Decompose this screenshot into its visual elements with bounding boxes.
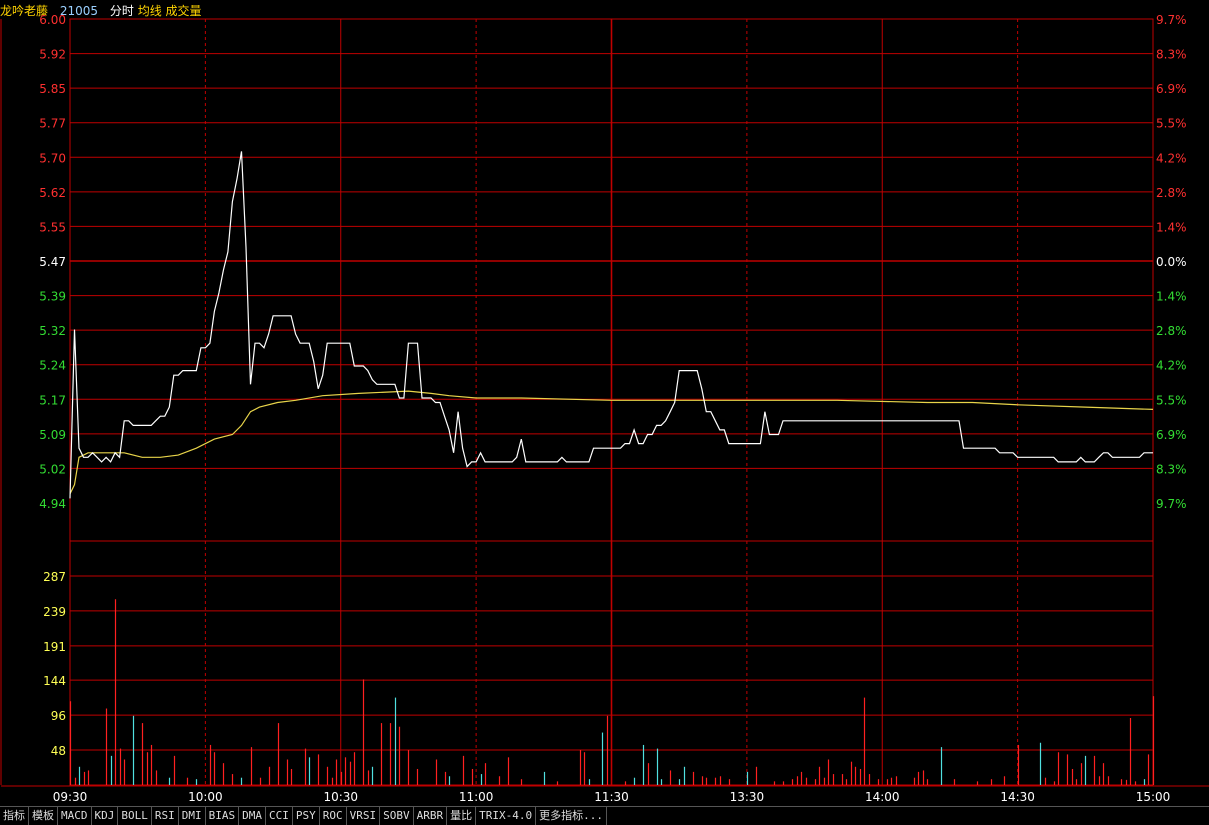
indicator-tab[interactable]: SOBV: [380, 807, 414, 825]
indicator-tab[interactable]: PSY: [293, 807, 320, 825]
percent-tick-label: 9.7%: [1156, 13, 1187, 27]
intraday-chart[interactable]: 6.00 9.7% 5.92 8.3% 5.85 6.9% 5.77 5.5% 5.70 4.2%…: [0, 0, 1209, 806]
indicator-tab[interactable]: TRIX-4.0: [476, 807, 537, 825]
price-tick-label: 5.02: [39, 462, 66, 476]
percent-tick-label: 1.4%: [1156, 290, 1187, 304]
percent-tick-label: 6.9%: [1156, 428, 1187, 442]
time-tick-label: 11:00: [459, 790, 494, 804]
percent-tick-label: 1.4%: [1156, 220, 1187, 234]
price-tick-label: 5.47: [39, 255, 66, 269]
volume-tick-label: 144: [43, 674, 66, 688]
percent-tick-label: 4.2%: [1156, 151, 1187, 165]
price-tick-label: 5.62: [39, 186, 66, 200]
indicator-tab[interactable]: VRSI: [347, 807, 381, 825]
price-tick-label: 4.94: [39, 497, 66, 511]
price-tick-label: 5.70: [39, 151, 66, 165]
indicator-tab[interactable]: DMA: [239, 807, 266, 825]
percent-tick-label: 4.2%: [1156, 359, 1187, 373]
percent-tick-label: 8.3%: [1156, 48, 1187, 62]
percent-tick-label: 2.8%: [1156, 324, 1187, 338]
indicator-tab[interactable]: 模板: [29, 807, 58, 825]
price-tick-label: 5.24: [39, 359, 66, 373]
percent-tick-label: 8.3%: [1156, 462, 1187, 476]
percent-tick-label: 2.8%: [1156, 186, 1187, 200]
indicator-tab[interactable]: KDJ: [92, 807, 119, 825]
time-tick-label: 09:30: [53, 790, 88, 804]
price-tick-label: 5.55: [39, 220, 66, 234]
time-tick-label: 15:00: [1136, 790, 1171, 804]
price-tick-label: 5.39: [39, 290, 66, 304]
price-tick-label: 5.09: [39, 428, 66, 442]
percent-tick-label: 5.5%: [1156, 117, 1187, 131]
volume-tick-label: 96: [51, 709, 66, 723]
percent-tick-label: 5.5%: [1156, 393, 1187, 407]
price-tick-label: 6.00: [39, 13, 66, 27]
volume-tick-label: 239: [43, 605, 66, 619]
price-tick-label: 5.17: [39, 393, 66, 407]
time-tick-label: 14:00: [865, 790, 900, 804]
indicator-tab[interactable]: ROC: [320, 807, 347, 825]
indicator-tab[interactable]: BIAS: [206, 807, 240, 825]
indicator-tab[interactable]: 更多指标...: [536, 807, 607, 825]
indicator-tab[interactable]: 指标: [0, 807, 29, 825]
time-tick-label: 14:30: [1000, 790, 1035, 804]
indicator-tab[interactable]: BOLL: [118, 807, 152, 825]
indicator-tab[interactable]: CCI: [266, 807, 293, 825]
indicator-tab[interactable]: DMI: [179, 807, 206, 825]
price-tick-label: 5.92: [39, 48, 66, 62]
volume-tick-label: 287: [43, 570, 66, 584]
time-tick-label: 13:30: [730, 790, 765, 804]
time-tick-label: 10:00: [188, 790, 223, 804]
percent-tick-label: 9.7%: [1156, 497, 1187, 511]
indicator-tab[interactable]: ARBR: [414, 807, 448, 825]
time-tick-label: 10:30: [323, 790, 358, 804]
price-tick-label: 5.85: [39, 82, 66, 96]
indicator-tab[interactable]: RSI: [152, 807, 179, 825]
volume-tick-label: 48: [51, 744, 66, 758]
percent-tick-label: 0.0%: [1156, 255, 1187, 269]
indicator-tab[interactable]: MACD: [58, 807, 92, 825]
price-tick-label: 5.32: [39, 324, 66, 338]
indicator-tabbar: 指标 模板 MACD KDJ BOLL RSI DMI BIAS DMA CCI PSY ROC VRS…: [0, 806, 1209, 825]
time-tick-label: 11:30: [594, 790, 629, 804]
percent-tick-label: 6.9%: [1156, 82, 1187, 96]
volume-tick-label: 191: [43, 640, 66, 654]
price-tick-label: 5.77: [39, 117, 66, 131]
indicator-tab[interactable]: 量比: [447, 807, 477, 825]
